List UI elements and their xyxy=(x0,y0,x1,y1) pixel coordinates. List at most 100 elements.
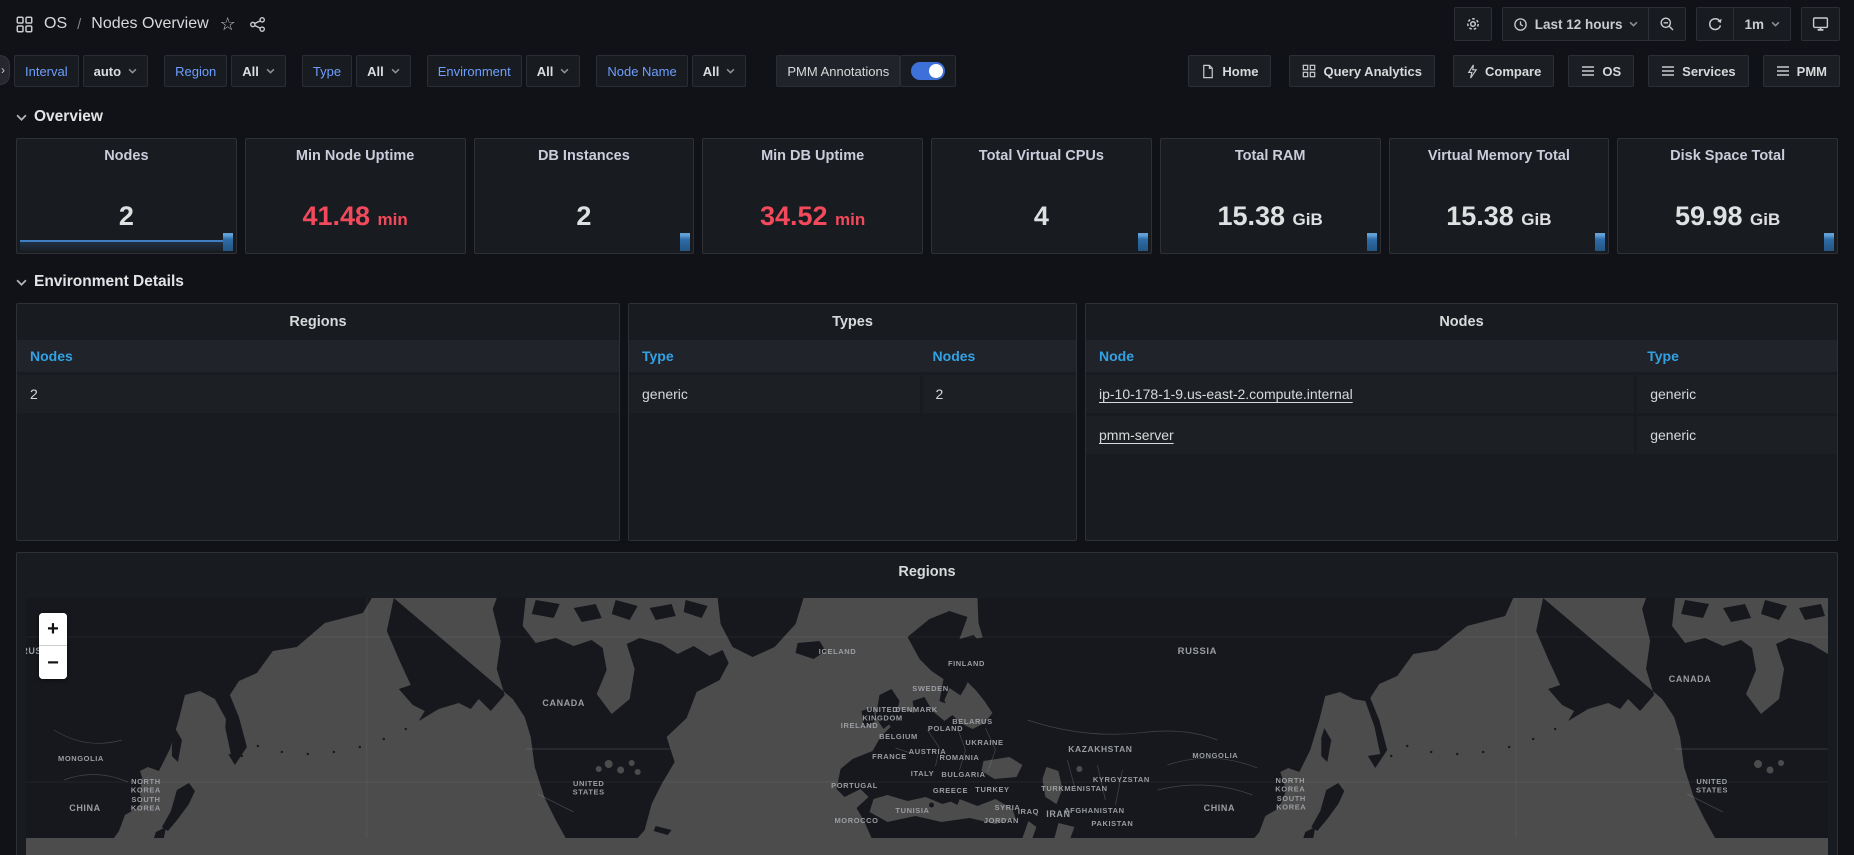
types-table-panel: Types Type Nodes generic 2 xyxy=(628,303,1077,541)
section-environment-details[interactable]: Environment Details xyxy=(16,270,1838,294)
section-overview[interactable]: Overview xyxy=(16,105,1838,129)
variable-node-name-label: Node Name xyxy=(596,55,687,87)
svg-text:ITALY: ITALY xyxy=(911,769,934,778)
svg-text:KAZAKHSTAN: KAZAKHSTAN xyxy=(1068,744,1132,754)
stat-panel-min-node-uptime[interactable]: Min Node Uptime 41.48 min xyxy=(245,138,466,254)
column-header-type[interactable]: Type xyxy=(629,348,920,364)
nav-compare-button[interactable]: Compare xyxy=(1453,55,1554,87)
table-header-row: Node Type xyxy=(1086,340,1837,372)
svg-text:MONGOLIA: MONGOLIA xyxy=(58,754,104,763)
nav-services-button[interactable]: Services xyxy=(1648,55,1749,87)
nav-os-button[interactable]: OS xyxy=(1568,55,1634,87)
variable-region-label: Region xyxy=(164,55,227,87)
sparkline xyxy=(20,240,233,251)
variable-node-name-select[interactable]: All xyxy=(692,55,747,87)
variable-region-select[interactable]: All xyxy=(231,55,286,87)
chevron-down-icon xyxy=(391,68,400,74)
refresh-button[interactable] xyxy=(1696,7,1734,41)
dashboard-links: Home Query Analytics Compare OS Ser xyxy=(1170,55,1840,87)
stat-panel-virtual-memory-total[interactable]: Virtual Memory Total 15.38 GiB xyxy=(1389,138,1610,254)
svg-text:TUNISIA: TUNISIA xyxy=(895,806,929,815)
node-link[interactable]: ip-10-178-1-9.us-east-2.compute.internal xyxy=(1099,386,1353,402)
variable-interval-label: Interval xyxy=(14,55,79,87)
world-map[interactable]: + − xyxy=(26,598,1828,855)
nav-home-button[interactable]: Home xyxy=(1188,55,1271,87)
world-map-svg: RUSSIAMONGOLIACHINANORTHKOREASOUTHKOREAC… xyxy=(26,598,1828,838)
column-header-type[interactable]: Type xyxy=(1634,348,1834,364)
nav-query-analytics-button[interactable]: Query Analytics xyxy=(1289,55,1435,87)
variable-environment-select[interactable]: All xyxy=(526,55,581,87)
variable-type-label: Type xyxy=(302,55,352,87)
dashboards-grid-icon[interactable] xyxy=(14,14,35,35)
column-header-nodes[interactable]: Nodes xyxy=(920,348,1073,364)
overview-stats-row: Nodes 2 Min Node Uptime 41.48 min DB Ins… xyxy=(16,138,1838,254)
svg-text:FRANCE: FRANCE xyxy=(872,752,907,761)
svg-text:RUSSIA: RUSSIA xyxy=(1178,646,1217,657)
stat-panel-min-db-uptime[interactable]: Min DB Uptime 34.52 min xyxy=(702,138,923,254)
pmm-annotations-toggle[interactable] xyxy=(911,62,945,80)
svg-text:PAKISTAN: PAKISTAN xyxy=(1091,819,1133,828)
stat-panel-nodes[interactable]: Nodes 2 xyxy=(16,138,237,254)
grid-icon xyxy=(1302,64,1316,78)
filter-bar: Interval auto Region All Type All Enviro… xyxy=(0,53,1854,89)
svg-text:TURKEY: TURKEY xyxy=(975,785,1009,794)
regions-table-panel: Regions Nodes 2 xyxy=(16,303,620,541)
table-row: generic 2 xyxy=(629,375,1076,413)
column-header-node[interactable]: Node xyxy=(1086,348,1634,364)
variable-region: Region All xyxy=(164,55,286,87)
favorite-star-icon[interactable]: ☆ xyxy=(218,13,238,35)
chevron-down-icon xyxy=(560,68,569,74)
svg-text:KOREA: KOREA xyxy=(1275,784,1305,793)
svg-text:FINLAND: FINLAND xyxy=(948,659,985,668)
svg-text:STATES: STATES xyxy=(573,787,605,796)
svg-text:POLAND: POLAND xyxy=(928,724,963,733)
breadcrumb-page-title: Nodes Overview xyxy=(91,15,208,33)
refresh-interval-picker[interactable]: 1m xyxy=(1734,7,1791,41)
svg-text:UKRAINE: UKRAINE xyxy=(965,738,1003,747)
clock-icon xyxy=(1513,17,1528,32)
table-header-row: Type Nodes xyxy=(629,340,1076,372)
map-zoom-in-button[interactable]: + xyxy=(39,613,67,646)
bolt-icon xyxy=(1466,64,1478,79)
panel-title: Types xyxy=(629,304,1076,340)
breadcrumb-section[interactable]: OS xyxy=(44,15,67,33)
stat-panel-db-instances[interactable]: DB Instances 2 xyxy=(474,138,695,254)
table-header-row: Nodes xyxy=(17,340,619,372)
magnifier-minus-icon xyxy=(1659,16,1675,32)
zoom-out-time-button[interactable] xyxy=(1649,7,1686,41)
environment-tables-row: Regions Nodes 2 Types Type Nodes generic… xyxy=(16,303,1838,541)
svg-text:IRAQ: IRAQ xyxy=(1018,807,1039,816)
sparkline-end xyxy=(1138,233,1148,251)
dashboard-settings-button[interactable] xyxy=(1454,7,1492,41)
chevron-down-icon xyxy=(1629,21,1638,27)
stat-panel-total-ram[interactable]: Total RAM 15.38 GiB xyxy=(1160,138,1381,254)
svg-text:SWEDEN: SWEDEN xyxy=(912,684,948,693)
chevron-down-icon xyxy=(266,68,275,74)
svg-text:CANADA: CANADA xyxy=(1669,674,1712,684)
time-range-picker[interactable]: Last 12 hours xyxy=(1502,7,1650,41)
nav-pmm-button[interactable]: PMM xyxy=(1763,55,1840,87)
kiosk-mode-button[interactable] xyxy=(1801,7,1840,41)
svg-text:BELGIUM: BELGIUM xyxy=(879,732,918,741)
svg-text:MOROCCO: MOROCCO xyxy=(834,816,878,825)
node-link[interactable]: pmm-server xyxy=(1099,427,1174,443)
stat-panel-total-virtual-cpus[interactable]: Total Virtual CPUs 4 xyxy=(931,138,1152,254)
svg-text:AFGHANISTAN: AFGHANISTAN xyxy=(1064,806,1124,815)
map-zoom-out-button[interactable]: − xyxy=(39,646,67,679)
svg-text:CANADA: CANADA xyxy=(542,698,585,708)
stat-panel-disk-space-total[interactable]: Disk Space Total 59.98 GiB xyxy=(1617,138,1838,254)
variable-environment: Environment All xyxy=(427,55,581,87)
chevron-down-icon xyxy=(16,279,27,286)
svg-text:CHINA: CHINA xyxy=(69,803,100,813)
share-icon[interactable] xyxy=(247,14,268,35)
time-range-label: Last 12 hours xyxy=(1535,17,1623,32)
variable-type-select[interactable]: All xyxy=(356,55,411,87)
svg-text:GREECE: GREECE xyxy=(933,786,968,795)
variable-interval-select[interactable]: auto xyxy=(83,55,148,87)
svg-text:ROMANIA: ROMANIA xyxy=(940,753,980,762)
dashboard-controls: Last 12 hours 1m xyxy=(1454,7,1840,41)
variable-interval: Interval auto xyxy=(14,55,148,87)
column-header-nodes[interactable]: Nodes xyxy=(17,348,619,364)
svg-text:KYRGYZSTAN: KYRGYZSTAN xyxy=(1093,775,1150,784)
sparkline-end xyxy=(1595,233,1605,251)
